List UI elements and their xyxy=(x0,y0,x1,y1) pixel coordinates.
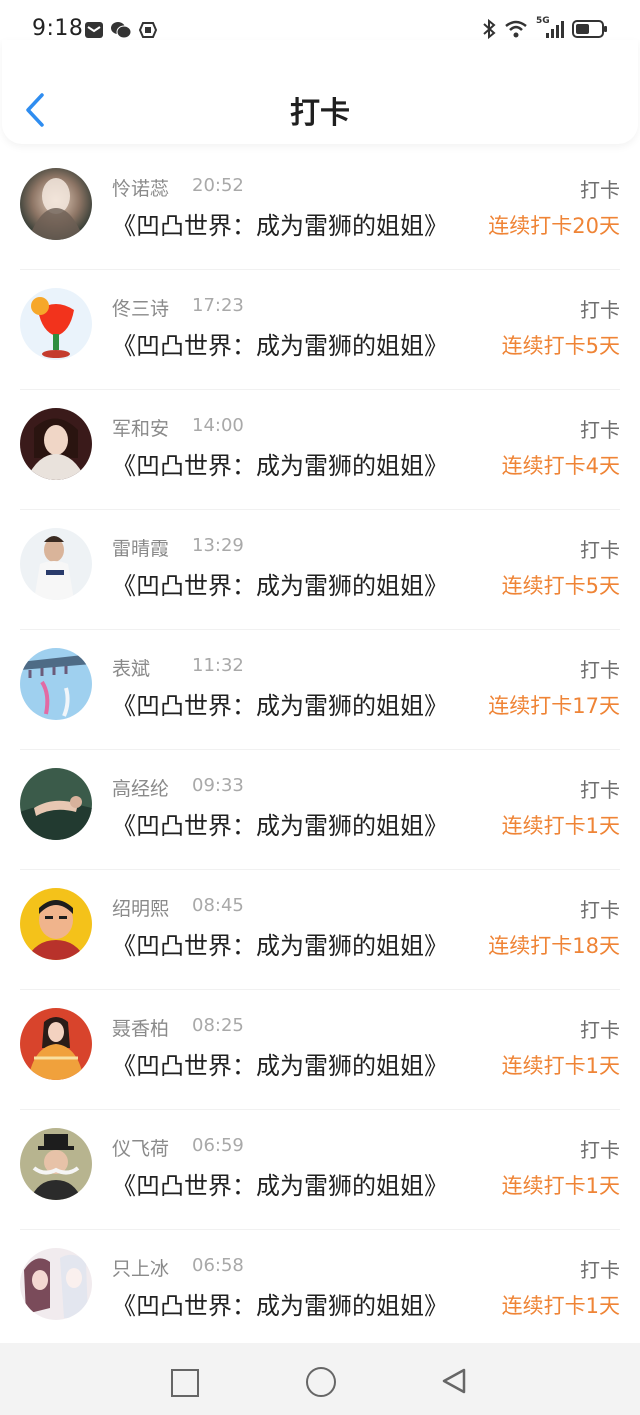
streak-badge[interactable]: 连续打卡1天 xyxy=(502,1170,620,1200)
avatar xyxy=(20,528,92,600)
checkin-action[interactable]: 打卡 xyxy=(580,894,620,923)
list-item[interactable]: 雷晴霞 13:29 《凹凸世界：成为雷狮的姐姐》 打卡 连续打卡5天 xyxy=(0,510,640,630)
streak-badge[interactable]: 连续打卡18天 xyxy=(488,930,620,960)
book-title: 《凹凸世界：成为雷狮的姐姐》 xyxy=(112,812,448,840)
status-left-icons xyxy=(84,20,158,40)
user-name: 只上冰 xyxy=(112,1258,170,1280)
book-title: 《凹凸世界：成为雷狮的姐姐》 xyxy=(112,932,448,960)
page-title: 打卡 xyxy=(290,96,350,131)
avatar xyxy=(20,168,92,240)
book-title: 《凹凸世界：成为雷狮的姐姐》 xyxy=(112,692,448,720)
checkin-time: 06:59 xyxy=(192,1135,244,1156)
home-icon[interactable] xyxy=(306,1367,336,1397)
user-name: 仪飞荷 xyxy=(112,1138,170,1160)
mail-icon xyxy=(85,22,103,38)
bluetooth-icon xyxy=(483,18,496,40)
avatar xyxy=(20,288,92,360)
user-name: 怜诺蕊 xyxy=(112,178,170,200)
battery-icon xyxy=(572,20,607,38)
avatar xyxy=(20,768,92,840)
list-item[interactable]: 表斌 11:32 《凹凸世界：成为雷狮的姐姐》 打卡 连续打卡17天 xyxy=(0,630,640,750)
list-item[interactable]: 高经纶 09:33 《凹凸世界：成为雷狮的姐姐》 打卡 连续打卡1天 xyxy=(0,750,640,870)
streak-badge[interactable]: 连续打卡1天 xyxy=(502,1290,620,1320)
checkin-action[interactable]: 打卡 xyxy=(580,174,620,203)
checkin-time: 20:52 xyxy=(192,175,244,196)
checkin-time: 11:32 xyxy=(192,655,244,676)
status-time: 9:18 xyxy=(32,16,84,41)
checkin-action[interactable]: 打卡 xyxy=(580,1134,620,1163)
list-item[interactable]: 怜诺蕊 20:52 《凹凸世界：成为雷狮的姐姐》 打卡 连续打卡20天 xyxy=(0,150,640,270)
status-right-icons: 5G xyxy=(482,16,608,40)
checkin-action[interactable]: 打卡 xyxy=(580,414,620,443)
book-title: 《凹凸世界：成为雷狮的姐姐》 xyxy=(112,1292,448,1320)
checkin-action[interactable]: 打卡 xyxy=(580,774,620,803)
streak-badge[interactable]: 连续打卡1天 xyxy=(502,1050,620,1080)
streak-badge[interactable]: 连续打卡5天 xyxy=(502,330,620,360)
wifi-icon xyxy=(505,20,527,38)
checkin-action[interactable]: 打卡 xyxy=(580,294,620,323)
checkin-time: 09:33 xyxy=(192,775,244,796)
checkin-time: 17:23 xyxy=(192,295,244,316)
book-title: 《凹凸世界：成为雷狮的姐姐》 xyxy=(112,452,448,480)
book-title: 《凹凸世界：成为雷狮的姐姐》 xyxy=(112,1052,448,1080)
streak-badge[interactable]: 连续打卡4天 xyxy=(502,450,620,480)
recent-apps-icon[interactable] xyxy=(171,1369,199,1397)
checkin-action[interactable]: 打卡 xyxy=(580,1014,620,1043)
avatar xyxy=(20,1248,92,1320)
checkin-time: 08:45 xyxy=(192,895,244,916)
avatar xyxy=(20,888,92,960)
user-name: 军和安 xyxy=(112,418,170,440)
user-name: 绍明熙 xyxy=(112,898,170,920)
list-item[interactable]: 仪飞荷 06:59 《凹凸世界：成为雷狮的姐姐》 打卡 连续打卡1天 xyxy=(0,1110,640,1230)
checkin-action[interactable]: 打卡 xyxy=(580,534,620,563)
list-item[interactable]: 军和安 14:00 《凹凸世界：成为雷狮的姐姐》 打卡 连续打卡4天 xyxy=(0,390,640,510)
checkin-time: 13:29 xyxy=(192,535,244,556)
user-name: 表斌 xyxy=(112,658,151,680)
streak-badge[interactable]: 连续打卡17天 xyxy=(488,690,620,720)
book-title: 《凹凸世界：成为雷狮的姐姐》 xyxy=(112,1172,448,1200)
list-item[interactable]: 聂香柏 08:25 《凹凸世界：成为雷狮的姐姐》 打卡 连续打卡1天 xyxy=(0,990,640,1110)
checkin-time: 14:00 xyxy=(192,415,244,436)
system-navigation-bar xyxy=(0,1343,640,1415)
avatar xyxy=(20,648,92,720)
avatar xyxy=(20,1128,92,1200)
wechat-icon xyxy=(111,22,132,39)
sync-icon xyxy=(138,22,158,38)
streak-badge[interactable]: 连续打卡1天 xyxy=(502,810,620,840)
checkin-time: 06:58 xyxy=(192,1255,244,1276)
user-name: 高经纶 xyxy=(112,778,170,800)
signal-5g-icon: 5G xyxy=(536,16,564,39)
avatar xyxy=(20,408,92,480)
list-item[interactable]: 佟三诗 17:23 《凹凸世界：成为雷狮的姐姐》 打卡 连续打卡5天 xyxy=(0,270,640,390)
book-title: 《凹凸世界：成为雷狮的姐姐》 xyxy=(112,572,448,600)
checkin-action[interactable]: 打卡 xyxy=(580,654,620,683)
streak-badge[interactable]: 连续打卡5天 xyxy=(502,570,620,600)
checkin-time: 08:25 xyxy=(192,1015,244,1036)
streak-badge[interactable]: 连续打卡20天 xyxy=(488,210,620,240)
checkin-action[interactable]: 打卡 xyxy=(580,1254,620,1283)
checkin-list: 怜诺蕊 20:52 《凹凸世界：成为雷狮的姐姐》 打卡 连续打卡20天 佟三诗 … xyxy=(0,150,640,1350)
book-title: 《凹凸世界：成为雷狮的姐姐》 xyxy=(112,212,448,240)
list-item[interactable]: 绍明熙 08:45 《凹凸世界：成为雷狮的姐姐》 打卡 连续打卡18天 xyxy=(0,870,640,990)
avatar xyxy=(20,1008,92,1080)
back-icon[interactable] xyxy=(440,1366,470,1396)
list-item[interactable]: 只上冰 06:58 《凹凸世界：成为雷狮的姐姐》 打卡 连续打卡1天 xyxy=(0,1230,640,1350)
book-title: 《凹凸世界：成为雷狮的姐姐》 xyxy=(112,332,448,360)
user-name: 雷晴霞 xyxy=(112,538,170,560)
user-name: 佟三诗 xyxy=(112,298,170,320)
user-name: 聂香柏 xyxy=(112,1018,170,1040)
